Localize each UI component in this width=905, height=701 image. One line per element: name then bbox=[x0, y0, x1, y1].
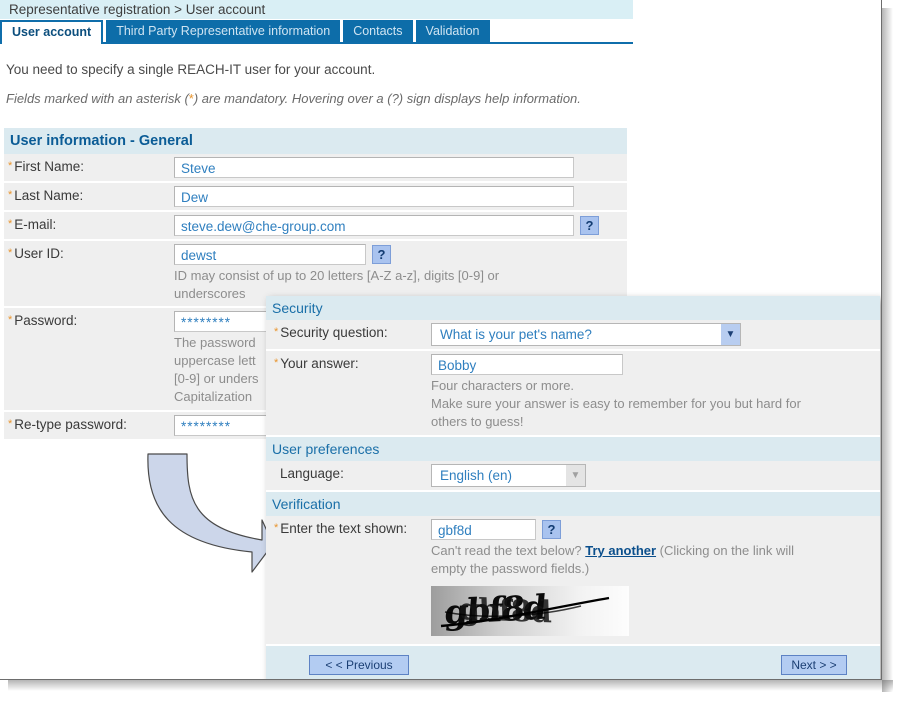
language-selected-value: English (en) bbox=[440, 468, 513, 483]
label-your-answer: * Your answer: bbox=[266, 351, 431, 371]
required-asterisk-icon: * bbox=[274, 326, 279, 338]
page-shadow-right bbox=[882, 8, 893, 692]
required-asterisk-icon: * bbox=[8, 418, 13, 430]
label-retype-password: * Re-type password: bbox=[4, 412, 174, 432]
label-email-text: E-mail: bbox=[14, 217, 57, 232]
previous-button[interactable]: < < Previous bbox=[309, 655, 409, 675]
tab-contacts[interactable]: Contacts bbox=[343, 20, 413, 42]
section-header-verification: Verification bbox=[266, 492, 880, 516]
mandatory-note: Fields marked with an asterisk (*) are m… bbox=[6, 91, 581, 106]
hint-captcha: Can't read the text below? Try another (… bbox=[431, 540, 880, 578]
hint-captcha-suffix: (Clicking on the link will bbox=[656, 543, 795, 558]
field-row-last-name: * Last Name: Dew bbox=[4, 183, 627, 212]
label-security-question-text: Security question: bbox=[280, 325, 388, 340]
language-select[interactable]: English (en) ▼ bbox=[431, 464, 586, 487]
control-first-name: Steve bbox=[174, 154, 627, 181]
user-id-input[interactable]: dewst bbox=[174, 244, 366, 265]
field-row-captcha: * Enter the text shown: gbf8d? Can't read… bbox=[266, 516, 880, 640]
control-last-name: Dew bbox=[174, 183, 627, 210]
your-answer-input[interactable]: Bobby bbox=[431, 354, 623, 375]
required-asterisk-icon: * bbox=[274, 522, 279, 534]
captcha-image: gbf8d gbf8d bbox=[431, 586, 629, 636]
control-your-answer: Bobby Four characters or more. Make sure… bbox=[431, 351, 880, 434]
mandatory-note-part1: Fields marked with an asterisk ( bbox=[6, 91, 189, 106]
mandatory-note-part2: ) are mandatory. Hovering over a (?) sig… bbox=[193, 91, 581, 106]
chevron-down-icon: ▼ bbox=[721, 324, 740, 345]
help-icon-user-id[interactable]: ? bbox=[372, 245, 391, 264]
label-first-name: * First Name: bbox=[4, 154, 174, 174]
tab-user-account[interactable]: User account bbox=[0, 20, 104, 44]
tab-bar: User account Third Party Representative … bbox=[0, 20, 633, 44]
label-captcha-text: Enter the text shown: bbox=[280, 521, 408, 536]
chevron-down-icon: ▼ bbox=[566, 465, 585, 486]
field-row-language: Language: English (en) ▼ bbox=[266, 461, 880, 492]
required-asterisk-icon: * bbox=[8, 314, 13, 326]
hint-user-id-line1: ID may consist of up to 20 letters [A-Z … bbox=[174, 268, 500, 283]
label-user-id-text: User ID: bbox=[14, 246, 64, 261]
hint-your-answer: Four characters or more. Make sure your … bbox=[431, 375, 880, 431]
next-button[interactable]: Next > > bbox=[781, 655, 847, 675]
label-user-id: * User ID: bbox=[4, 241, 174, 261]
label-email: * E-mail: bbox=[4, 212, 174, 232]
label-retype-password-text: Re-type password: bbox=[14, 417, 127, 432]
hint-your-answer-line1: Four characters or more. bbox=[431, 378, 575, 393]
required-asterisk-icon: * bbox=[8, 218, 13, 230]
tab-validation[interactable]: Validation bbox=[415, 20, 490, 42]
label-password: * Password: bbox=[4, 308, 174, 328]
hint-your-answer-line2: Make sure your answer is easy to remembe… bbox=[431, 396, 801, 411]
intro-text: You need to specify a single REACH-IT us… bbox=[6, 62, 376, 77]
label-language-text: Language: bbox=[280, 466, 344, 481]
label-captcha: * Enter the text shown: bbox=[266, 516, 431, 536]
label-security-question: * Security question: bbox=[266, 320, 431, 340]
field-row-first-name: * First Name: Steve bbox=[4, 154, 627, 183]
page-shadow-bottom bbox=[8, 680, 893, 691]
security-question-selected-value: What is your pet's name? bbox=[440, 327, 592, 342]
hint-captcha-prefix: Can't read the text below? bbox=[431, 543, 586, 558]
hint-your-answer-line3: others to guess! bbox=[431, 414, 524, 429]
control-email: steve.dew@che-group.com? bbox=[174, 212, 627, 239]
field-row-security-question: * Security question: What is your pet's n… bbox=[266, 320, 880, 351]
browser-page: Representative registration > User accou… bbox=[0, 0, 882, 680]
label-first-name-text: First Name: bbox=[14, 159, 85, 174]
field-row-your-answer: * Your answer: Bobby Four characters or m… bbox=[266, 351, 880, 437]
label-language: Language: bbox=[266, 461, 431, 481]
last-name-input[interactable]: Dew bbox=[174, 186, 574, 207]
label-last-name-text: Last Name: bbox=[14, 188, 84, 203]
email-input[interactable]: steve.dew@che-group.com bbox=[174, 215, 574, 236]
section-header-user-preferences: User preferences bbox=[266, 437, 880, 461]
overlay-button-bar: < < Previous Next > > bbox=[266, 644, 880, 679]
breadcrumb: Representative registration > User accou… bbox=[0, 0, 633, 19]
section-header-security: Security bbox=[266, 296, 880, 320]
required-asterisk-icon: * bbox=[274, 357, 279, 369]
hint-captcha-line2: empty the password fields.) bbox=[431, 561, 590, 576]
first-name-input[interactable]: Steve bbox=[174, 157, 574, 178]
hint-captcha-line1: Can't read the text below? Try another (… bbox=[431, 542, 880, 560]
label-your-answer-text: Your answer: bbox=[280, 356, 359, 371]
label-password-text: Password: bbox=[14, 313, 78, 328]
control-security-question: What is your pet's name? ▼ bbox=[431, 320, 880, 349]
field-row-email: * E-mail: steve.dew@che-group.com? bbox=[4, 212, 627, 241]
captcha-glyphs-icon: gbf8d gbf8d bbox=[440, 588, 610, 633]
annotation-arrow-icon bbox=[147, 453, 274, 573]
label-last-name: * Last Name: bbox=[4, 183, 174, 203]
help-icon-email[interactable]: ? bbox=[580, 216, 599, 235]
control-language: English (en) ▼ bbox=[431, 461, 880, 490]
try-another-link[interactable]: Try another bbox=[585, 543, 656, 558]
required-asterisk-icon: * bbox=[8, 189, 13, 201]
security-question-select[interactable]: What is your pet's name? ▼ bbox=[431, 323, 741, 346]
security-overlay-panel: Security * Security question: What is you… bbox=[266, 296, 880, 679]
help-icon-captcha[interactable]: ? bbox=[542, 520, 561, 539]
section-header-user-information: User information - General bbox=[4, 128, 627, 154]
required-asterisk-icon: * bbox=[8, 247, 13, 259]
control-captcha: gbf8d? Can't read the text below? Try an… bbox=[431, 516, 880, 639]
required-asterisk-icon: * bbox=[8, 160, 13, 172]
captcha-input[interactable]: gbf8d bbox=[431, 519, 536, 540]
tab-third-party-representative-information[interactable]: Third Party Representative information bbox=[106, 20, 341, 42]
